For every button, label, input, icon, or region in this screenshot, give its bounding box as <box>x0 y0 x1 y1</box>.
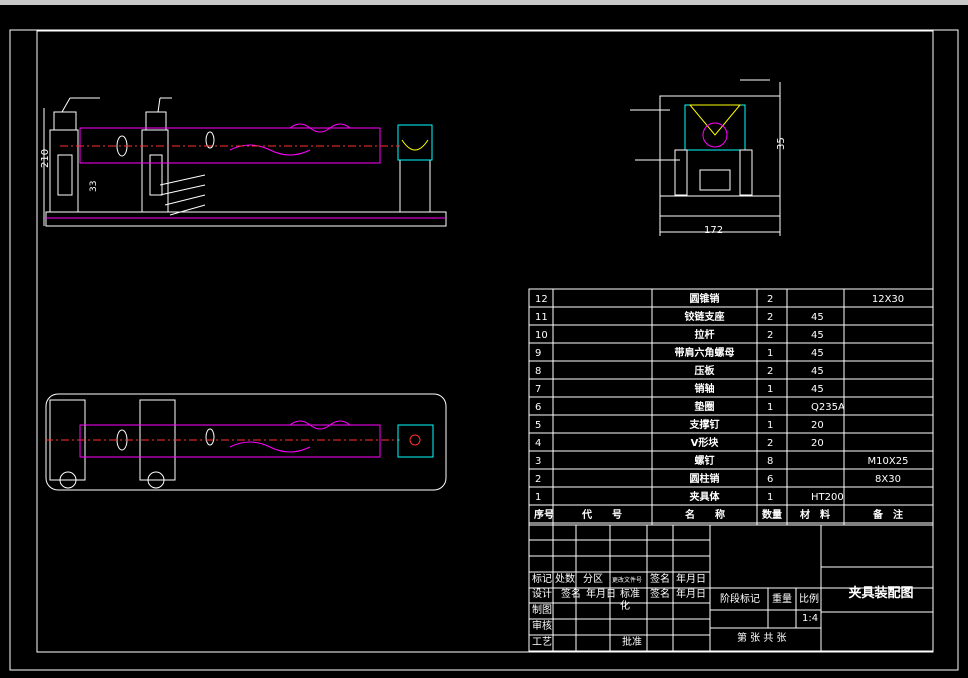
tb-count: 处数 <box>555 574 575 585</box>
bom-cell-qty: 2 <box>767 330 773 341</box>
bom-cell-qty: 8 <box>767 456 773 467</box>
bom-header-no: 序号 <box>534 508 554 521</box>
bom-cell-name: 支撑钉 <box>689 418 720 431</box>
dim-210: 210 <box>40 149 51 168</box>
bom-cell-name: V形块 <box>691 436 720 449</box>
front-view <box>43 97 447 227</box>
cad-drawing-canvas[interactable]: 210 33 172 35 12 圆锥销 2 12X3011 铰链支座 2 45… <box>0 5 968 678</box>
bom-cell-qty: 1 <box>767 402 773 413</box>
bom-cell-name: 圆锥销 <box>690 292 720 305</box>
tb-review: 审核 <box>532 621 552 632</box>
bom-cell-qty: 6 <box>767 474 773 485</box>
bom-cell-no: 5 <box>535 420 541 431</box>
bom-cell-name: 圆柱销 <box>690 472 720 485</box>
dim-35: 35 <box>776 137 787 150</box>
bom-header-qty: 数量 <box>762 508 782 521</box>
tb-zone: 分区 <box>583 574 603 585</box>
dim-33: 33 <box>89 181 99 192</box>
bom-cell-material: 45 <box>811 330 824 341</box>
bom-cell-qty: 1 <box>767 348 773 359</box>
bom-cell-no: 4 <box>535 438 541 449</box>
tb-standard: 标准化 <box>620 589 640 612</box>
side-view <box>630 79 781 236</box>
bom-cell-no: 7 <box>535 384 541 395</box>
bom-cell-name: 螺钉 <box>695 454 715 467</box>
bom-cell-material: 20 <box>811 438 824 449</box>
tb-stage-mark: 阶段标记 <box>720 594 760 605</box>
bom-cell-qty: 1 <box>767 420 773 431</box>
bom-cell-name: 带肩六角螺母 <box>675 346 735 359</box>
bom-cell-name: 压板 <box>695 364 716 377</box>
bom-cell-no: 9 <box>535 348 541 359</box>
bom-cell-material: 45 <box>811 312 824 323</box>
bom-cell-name: 垫圈 <box>695 400 715 413</box>
bom-cell-material: 45 <box>811 348 824 359</box>
tb-date2: 年月日 <box>586 589 616 600</box>
tb-date3: 年月日 <box>676 589 706 600</box>
tb-design: 设计 <box>532 589 552 600</box>
bom-header-code: 代 号 <box>581 508 622 521</box>
tb-process: 工艺 <box>532 637 552 648</box>
bom-cell-no: 8 <box>535 366 541 377</box>
tb-sign2: 签名 <box>561 589 581 600</box>
bom-cell-qty: 1 <box>767 384 773 395</box>
bom-cell-qty: 2 <box>767 366 773 377</box>
bom-cell-no: 6 <box>535 402 541 413</box>
tb-sign: 签名 <box>650 574 670 585</box>
inner-frame <box>36 30 934 653</box>
tb-sheet-info: 第 张 共 张 <box>737 633 787 644</box>
bom-cell-material: 45 <box>811 384 824 395</box>
bom-cell-qty: 1 <box>767 492 773 503</box>
tb-approve: 批准 <box>622 637 642 648</box>
bom-cell-remark: 12X30 <box>872 294 904 305</box>
bom-header-remark: 备 注 <box>872 508 903 521</box>
tb-sign3: 签名 <box>650 589 670 600</box>
tb-scale: 1:4 <box>802 613 819 624</box>
bom-cell-material: HT200 <box>811 492 844 503</box>
bom-cell-material: Q235A <box>811 402 845 413</box>
bom-table-grid <box>528 288 934 526</box>
bom-cell-qty: 2 <box>767 438 773 449</box>
bom-cell-remark: 8X30 <box>875 474 901 485</box>
bom-cell-no: 12 <box>535 294 548 305</box>
tb-date: 年月日 <box>676 574 706 585</box>
tb-mark: 标记 <box>532 574 552 585</box>
bom-cell-remark: M10X25 <box>868 456 909 467</box>
bom-cell-name: 拉杆 <box>695 328 715 341</box>
bom-cell-no: 1 <box>535 492 541 503</box>
drawing-title: 夹具装配图 <box>848 586 914 601</box>
tb-weight: 重量 <box>772 594 792 605</box>
bom-cell-no: 11 <box>535 312 548 323</box>
bom-cell-qty: 2 <box>767 294 773 305</box>
bom-cell-material: 20 <box>811 420 824 431</box>
bom-header-name: 名 称 <box>685 508 725 521</box>
tb-drawn: 制图 <box>532 605 552 616</box>
bom-cell-no: 2 <box>535 474 541 485</box>
bom-cell-no: 10 <box>535 330 548 341</box>
bom-cell-qty: 2 <box>767 312 773 323</box>
bom-cell-material: 45 <box>811 366 824 377</box>
bom-cell-name: 夹具体 <box>690 490 721 503</box>
bom-cell-name: 铰链支座 <box>685 310 725 323</box>
bom-row-lines <box>529 306 933 524</box>
dim-172: 172 <box>704 225 723 236</box>
bom-cell-no: 3 <box>535 456 541 467</box>
tb-ratio: 比例 <box>799 594 819 605</box>
bom-header-material: 材 料 <box>800 508 830 521</box>
top-view <box>45 393 447 491</box>
bom-cell-name: 销轴 <box>695 382 715 395</box>
tb-change-doc: 更改文件号 <box>612 577 643 584</box>
